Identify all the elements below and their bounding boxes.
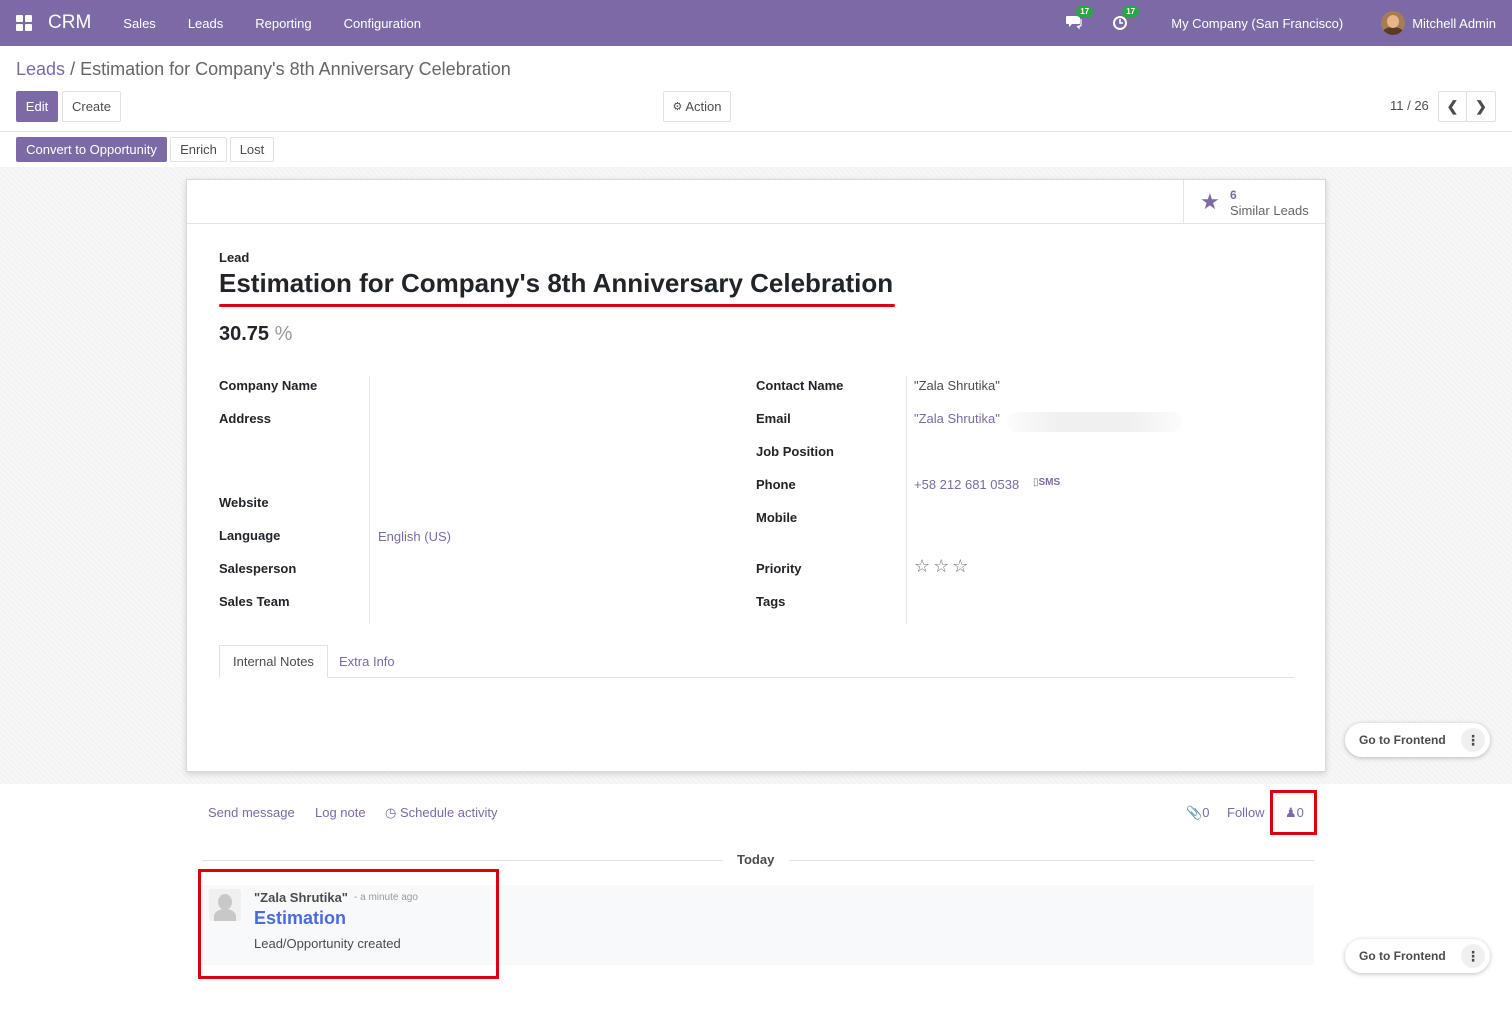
company-name-label: Company Name — [219, 378, 318, 393]
enrich-button[interactable]: Enrich — [170, 137, 227, 162]
probability-field[interactable]: 30.75 % — [219, 323, 292, 346]
pager-value[interactable]: 11 / 26 — [1390, 98, 1429, 113]
probability-unit: % — [274, 323, 293, 345]
follow-button[interactable]: Follow — [1227, 805, 1265, 820]
similar-leads-label: Similar Leads — [1230, 203, 1309, 218]
go-to-frontend-button[interactable]: Go to Frontend ⋮ — [1345, 723, 1490, 757]
main-navbar: CRM Sales Leads Reporting Configuration … — [0, 0, 1512, 46]
job-position-label: Job Position — [756, 444, 834, 459]
action-label: Action — [685, 99, 722, 114]
lead-type-label: Lead — [219, 250, 250, 265]
address-label: Address — [219, 411, 272, 426]
user-menu[interactable]: Mitchell Admin — [1412, 16, 1496, 31]
left-group-separator — [369, 376, 370, 624]
schedule-activity-button[interactable]: ◷ Schedule activity — [385, 805, 498, 821]
clock-icon: ◷ — [385, 805, 397, 820]
sales-team-label: Sales Team — [219, 594, 290, 609]
website-label: Website — [219, 495, 269, 510]
messages-badge: 17 — [1076, 6, 1094, 18]
priority-label: Priority — [756, 561, 802, 576]
breadcrumb-separator: / — [70, 59, 76, 79]
gear-icon: ⚙ — [672, 101, 683, 113]
contact-name-label: Contact Name — [756, 378, 844, 393]
messaging-icon[interactable]: 17 — [1065, 6, 1094, 33]
go-to-frontend-label: Go to Frontend — [1359, 949, 1446, 963]
breadcrumb: Leads / Estimation for Company's 8th Ann… — [16, 59, 511, 80]
language-label: Language — [219, 528, 281, 543]
attachments-button[interactable]: 📎0 — [1186, 805, 1209, 821]
tab-internal-notes[interactable]: Internal Notes — [219, 645, 328, 678]
breadcrumb-leads[interactable]: Leads — [16, 59, 65, 79]
menu-configuration[interactable]: Configuration — [328, 16, 437, 31]
language-field[interactable]: English (US) — [378, 529, 451, 544]
salesperson-label: Salesperson — [219, 561, 297, 576]
sms-label: SMS — [1038, 477, 1061, 488]
create-button[interactable]: Create — [62, 91, 121, 122]
company-switcher[interactable]: My Company (San Francisco) — [1171, 16, 1343, 31]
convert-to-opportunity-button[interactable]: Convert to Opportunity — [16, 137, 167, 162]
tab-extra-info[interactable]: Extra Info — [326, 645, 408, 678]
control-panel-divider — [0, 131, 1512, 132]
log-note-button[interactable]: Log note — [315, 805, 366, 820]
chevron-right-icon: ❯ — [1475, 98, 1487, 114]
apps-menu-icon[interactable] — [16, 15, 32, 31]
breadcrumb-current: Estimation for Company's 8th Anniversary… — [80, 59, 511, 79]
date-separator-line — [789, 860, 1314, 861]
user-avatar[interactable] — [1381, 11, 1406, 35]
date-separator: Today — [737, 852, 775, 867]
email-redaction — [1007, 412, 1182, 432]
menu-sales[interactable]: Sales — [107, 16, 172, 31]
star-icon: ★ — [1200, 189, 1220, 214]
similar-leads-count: 6 — [1230, 188, 1237, 202]
menu-reporting[interactable]: Reporting — [239, 16, 327, 31]
right-group-separator — [906, 376, 907, 624]
date-separator-line — [202, 860, 723, 861]
followers-highlight-box — [1270, 790, 1317, 835]
menu-leads[interactable]: Leads — [172, 16, 239, 31]
schedule-activity-label: Schedule activity — [399, 805, 498, 820]
action-button[interactable]: ⚙ Action — [663, 91, 731, 122]
email-label: Email — [756, 411, 791, 426]
paperclip-icon: 📎 — [1186, 805, 1203, 820]
send-message-button[interactable]: Send message — [208, 805, 295, 820]
lost-button[interactable]: Lost — [230, 137, 274, 162]
title-highlight-underline — [219, 304, 895, 307]
button-box: ★ 6 Similar Leads — [187, 180, 1325, 224]
star-outline-icon[interactable]: ☆ — [933, 557, 949, 575]
email-field[interactable]: "Zala Shrutika" — [914, 411, 1000, 426]
go-to-frontend-button[interactable]: Go to Frontend ⋮ — [1345, 939, 1490, 973]
star-outline-icon[interactable]: ☆ — [914, 557, 930, 575]
activities-badge: 17 — [1122, 6, 1140, 18]
notebook-tabs: Internal Notes Extra Info — [219, 645, 1294, 678]
probability-value: 30.75 — [219, 323, 270, 345]
sms-button[interactable]: ▯SMS — [1033, 477, 1060, 488]
form-sheet: ★ 6 Similar Leads Lead Estimation for Co… — [186, 179, 1326, 772]
attachments-count: 0 — [1202, 805, 1210, 820]
phone-field[interactable]: +58 212 681 0538 — [914, 477, 1019, 492]
lead-title-field[interactable]: Estimation for Company's 8th Anniversary… — [219, 268, 893, 299]
more-vertical-icon[interactable]: ⋮ — [1461, 944, 1485, 968]
star-outline-icon[interactable]: ☆ — [952, 557, 968, 575]
more-vertical-icon[interactable]: ⋮ — [1461, 728, 1485, 752]
pager-next-button[interactable]: ❯ — [1466, 91, 1496, 122]
tags-label: Tags — [756, 594, 786, 609]
message-highlight-box — [198, 869, 499, 979]
priority-stars[interactable]: ☆ ☆ ☆ — [914, 557, 968, 575]
contact-name-field[interactable]: "Zala Shrutika" — [914, 378, 1000, 393]
phone-label: Phone — [756, 477, 796, 492]
edit-button[interactable]: Edit — [16, 91, 58, 122]
go-to-frontend-label: Go to Frontend — [1359, 733, 1446, 747]
app-brand[interactable]: CRM — [48, 12, 91, 34]
chevron-left-icon: ❮ — [1446, 98, 1459, 114]
activity-clock-icon[interactable]: 17 — [1111, 6, 1140, 33]
similar-leads-button[interactable]: ★ 6 Similar Leads — [1183, 180, 1325, 223]
mobile-label: Mobile — [756, 510, 798, 525]
pager-previous-button[interactable]: ❮ — [1438, 91, 1467, 122]
